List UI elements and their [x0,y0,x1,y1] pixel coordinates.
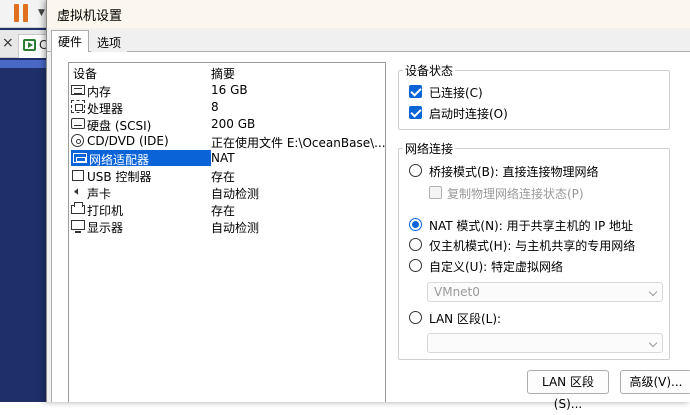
device-summary: 存在 [211,170,236,184]
hard-disk-icon [71,118,85,129]
tab-options[interactable]: 选项 [91,32,128,52]
network-connection-title: 网络连接 [403,140,456,157]
custom-network-select[interactable]: VMnet0 [427,282,663,302]
device-row-hard-disk[interactable]: 硬盘 (SCSI) 200 GB [69,116,385,133]
device-row-network-adapter-summary[interactable]: NAT [209,150,385,166]
dialog-title: 虚拟机设置 [57,9,123,24]
vm-settings-dialog: 虚拟机设置 硬件 选项 设备 摘要 内存 16 GB 处理器 8 硬盘 (SCS… [46,0,690,411]
sound-icon: 🔈︎ [74,184,82,198]
device-summary: 正在使用文件 E:\OceanBase\... [211,136,386,150]
nat-radio[interactable] [409,218,422,231]
lan-segment-radio[interactable] [409,311,422,324]
device-name: 硬盘 (SCSI) [87,119,152,133]
device-name: 处理器 [87,102,124,116]
device-name: 显示器 [87,221,124,235]
custom-network-value: VMnet0 [434,285,480,299]
device-summary: 8 [211,100,219,114]
close-icon[interactable]: × [2,35,14,51]
device-row-network-adapter[interactable]: 网络适配器 [71,150,211,167]
device-name: CD/DVD (IDE) [87,134,169,148]
network-adapter-icon [73,153,87,163]
device-name: 内存 [87,85,112,99]
tab-strip: 硬件 选项 [47,28,690,53]
connected-label[interactable]: 已连接(C) [429,84,483,101]
host-only-label[interactable]: 仅主机模式(H): 与主机共享的专用网络 [429,237,635,254]
hardware-panel: 设备 摘要 内存 16 GB 处理器 8 硬盘 (SCSI) 200 GB CD… [51,52,690,411]
device-list[interactable]: 设备 摘要 内存 16 GB 处理器 8 硬盘 (SCSI) 200 GB CD… [68,62,386,402]
bridged-radio[interactable] [409,164,422,177]
memory-icon [71,85,85,95]
advanced-button[interactable]: 高级(V)... [620,370,690,394]
device-row-printer[interactable]: 打印机 存在 [69,201,385,218]
device-row-usb[interactable]: USB 控制器 存在 [69,167,385,184]
network-connection-group: 网络连接 桥接模式(B): 直接连接物理网络 复制物理网络连接状态(P) NAT… [398,140,670,360]
usb-icon [71,168,85,181]
replicate-state-checkbox[interactable] [429,186,442,199]
dropdown-caret-icon[interactable]: ▼ [38,8,45,18]
lan-segment-label[interactable]: LAN 区段(L): [429,310,501,327]
device-row-display[interactable]: 显示器 自动检测 [69,218,385,235]
column-header-device[interactable]: 设备 [73,65,97,82]
tab-hardware[interactable]: 硬件 [51,30,90,53]
connected-checkbox[interactable] [409,85,422,98]
dialog-titlebar[interactable]: 虚拟机设置 [47,0,690,28]
pause-icon[interactable] [14,4,30,22]
column-header-summary[interactable]: 摘要 [211,65,235,82]
device-summary: 自动检测 [211,187,260,201]
device-status-title: 设备状态 [403,62,456,79]
replicate-state-label[interactable]: 复制物理网络连接状态(P) [447,185,584,202]
connect-at-power-on-checkbox[interactable] [409,106,422,119]
vm-icon [23,39,36,51]
device-summary: 存在 [211,204,236,218]
device-row-cd-dvd[interactable]: CD/DVD (IDE) 正在使用文件 E:\OceanBase\... [69,133,386,150]
bridged-label[interactable]: 桥接模式(B): 直接连接物理网络 [429,163,598,180]
chevron-down-icon [648,338,658,348]
device-row-processor[interactable]: 处理器 8 [69,99,385,116]
device-summary: 16 GB [211,83,248,97]
background-strip [0,60,50,68]
processor-icon [71,100,85,113]
device-summary: NAT [211,151,235,165]
device-name: 声卡 [87,187,112,201]
connect-at-power-on-label[interactable]: 启动时连接(O) [429,105,508,122]
lan-segments-button[interactable]: LAN 区段(S)... [527,370,609,411]
device-status-group: 设备状态 已连接(C) 启动时连接(O) [398,62,670,130]
background-toolbar: ▼ [0,0,50,28]
device-name: 打印机 [87,204,124,218]
display-icon [71,220,85,233]
device-name: USB 控制器 [87,170,152,184]
device-name: 网络适配器 [89,153,150,167]
device-summary: 200 GB [211,117,256,131]
host-only-radio[interactable] [409,238,422,251]
device-row-sound[interactable]: 🔈︎ 声卡 自动检测 [69,184,385,202]
cd-dvd-icon [71,134,84,147]
printer-icon [71,202,85,214]
list-header: 设备 摘要 [69,63,385,81]
chevron-down-icon [648,287,658,297]
device-summary: 自动检测 [211,221,260,235]
lan-segment-select[interactable] [427,333,663,353]
nat-label[interactable]: NAT 模式(N): 用于共享主机的 IP 地址 [429,217,633,234]
custom-radio[interactable] [409,259,422,272]
custom-label[interactable]: 自定义(U): 特定虚拟网络 [429,258,563,275]
device-row-memory[interactable]: 内存 16 GB [69,82,385,99]
